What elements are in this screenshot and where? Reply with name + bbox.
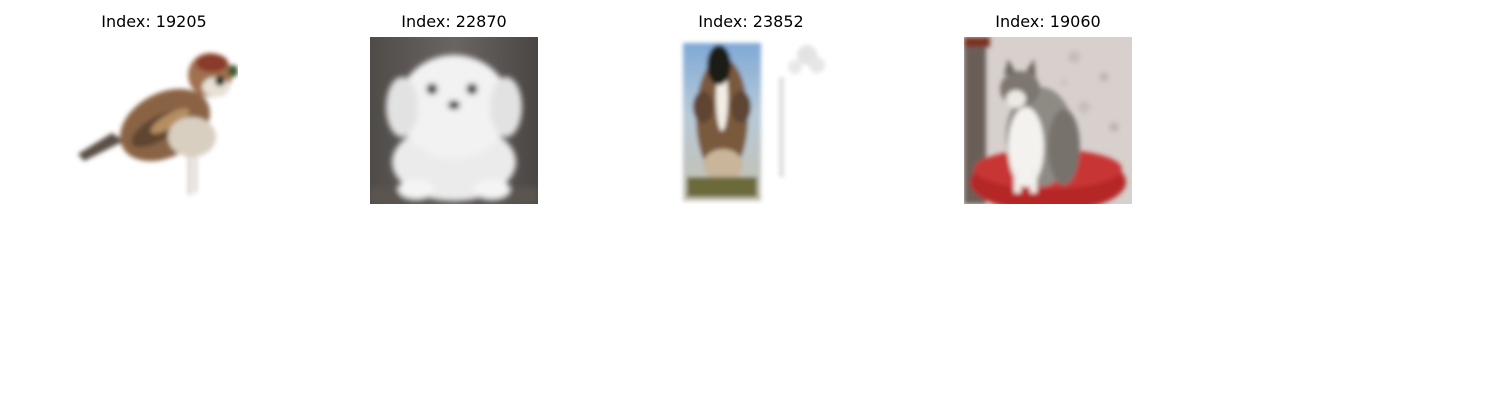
panel-title: Index: 23852 (698, 12, 804, 31)
cat-image (964, 37, 1132, 204)
sparrow-image (70, 37, 238, 204)
puppy-image (370, 37, 538, 204)
horse-image (667, 37, 835, 204)
panel-title: Index: 22870 (401, 12, 507, 31)
panel-title: Index: 19205 (101, 12, 207, 31)
panel-title: Index: 19060 (995, 12, 1101, 31)
